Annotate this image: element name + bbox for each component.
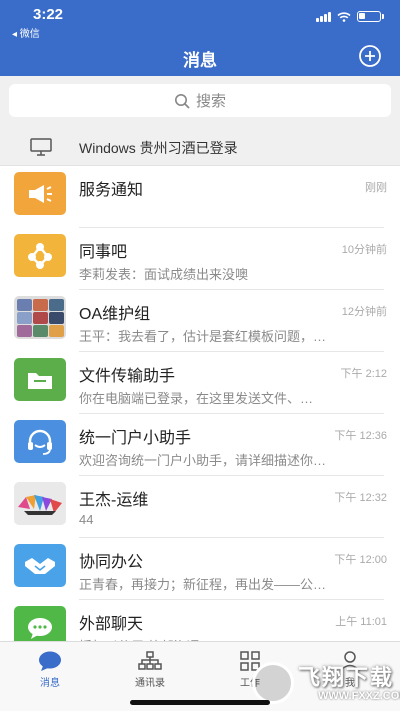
- tab-messages[interactable]: 消息: [15, 650, 85, 689]
- org-chart-icon: [138, 651, 162, 670]
- chat-time: 下午 12:00: [334, 554, 387, 566]
- chat-preview: 44: [79, 512, 94, 527]
- chat-preview: 正青春，再接力；新征程，再出发——公…: [79, 577, 327, 592]
- home-indicator[interactable]: [130, 700, 270, 705]
- group-avatar-icon: [14, 296, 66, 339]
- battery-tip: [382, 14, 384, 19]
- chat-name: 同事吧: [79, 244, 128, 261]
- top-header: 3:22 ◂ 微信 消息: [0, 0, 400, 76]
- search-icon: [174, 93, 190, 109]
- watermark-logo: [252, 662, 294, 704]
- chat-name: 服务通知: [79, 182, 144, 199]
- folder-icon: [14, 358, 66, 401]
- tab-label: 消息: [40, 678, 60, 689]
- megaphone-icon: [14, 172, 66, 215]
- handshake-icon: [14, 544, 66, 587]
- monitor-icon: [30, 138, 52, 156]
- chat-preview: 王平：我去看了，估计是套红模板问题，…: [79, 329, 327, 344]
- chat-name: 外部聊天: [79, 616, 144, 633]
- status-icons: [316, 11, 384, 22]
- wifi-icon: [337, 11, 351, 22]
- chat-time: 刚刚: [365, 182, 387, 194]
- search-area: 搜索: [0, 76, 400, 128]
- chat-time: 下午 12:36: [334, 430, 387, 442]
- colorful-avatar-icon: [14, 482, 66, 525]
- chat-preview: 李莉发表：面试成绩出来没噢: [79, 267, 249, 282]
- tab-contacts[interactable]: 通讯录: [115, 650, 185, 689]
- chat-name: 协同办公: [79, 554, 144, 571]
- watermark-url: WWW.FXXZ.COM: [318, 690, 400, 702]
- chat-item-oa-maintenance[interactable]: OA维护组 12分钟前 王平：我去看了，估计是套红模板问题，…: [0, 290, 400, 352]
- network-icon: [14, 234, 66, 277]
- chat-preview: 你在电脑端已登录，在这里发送文件、…: [79, 391, 314, 406]
- chat-item-service-notice[interactable]: 服务通知 刚刚: [0, 166, 400, 228]
- tab-label: 通讯录: [135, 678, 165, 689]
- headset-icon: [14, 420, 66, 463]
- back-to-wechat-link[interactable]: ◂ 微信: [12, 25, 40, 40]
- chat-time: 10分钟前: [341, 244, 387, 256]
- chat-preview: 欢迎咨询统一门户小助手，请详细描述你…: [79, 453, 327, 468]
- chat-item-colleague-bar[interactable]: 同事吧 10分钟前 李莉发表：面试成绩出来没噢: [0, 228, 400, 290]
- status-time: 3:22: [33, 6, 64, 23]
- chat-icon: [39, 651, 61, 671]
- chat-name: 统一门户小助手: [79, 430, 192, 447]
- add-button[interactable]: [358, 44, 382, 68]
- search-placeholder: 搜索: [195, 93, 226, 110]
- chat-time: 上午 11:01: [335, 616, 387, 628]
- chat-name: 文件传输助手: [79, 368, 176, 385]
- battery-icon: [357, 11, 381, 22]
- chat-name: OA维护组: [79, 306, 151, 323]
- chat-item-file-transfer[interactable]: 文件传输助手 下午 2:12 你在电脑端已登录，在这里发送文件、…: [0, 352, 400, 414]
- chat-time: 下午 2:12: [340, 368, 387, 380]
- chat-time: 12分钟前: [341, 306, 387, 318]
- pc-login-notice[interactable]: Windows 贵州习酒已登录: [0, 128, 400, 166]
- search-input[interactable]: 搜索: [9, 84, 391, 117]
- login-notice-text: Windows 贵州习酒已登录: [79, 140, 238, 156]
- chat-item-wangjie-ops[interactable]: 王杰-运维 下午 12:32 44: [0, 476, 400, 538]
- chat-item-portal-assistant[interactable]: 统一门户小助手 下午 12:36 欢迎咨询统一门户小助手，请详细描述你…: [0, 414, 400, 476]
- signal-icon: [316, 11, 331, 22]
- chat-name: 王杰-运维: [79, 492, 149, 509]
- page-title: 消息: [183, 51, 217, 70]
- chat-time: 下午 12:32: [334, 492, 387, 504]
- watermark-brand: 飞翔下载: [298, 665, 395, 690]
- chat-item-collaboration[interactable]: 协同办公 下午 12:00 正青春，再接力；新征程，再出发——公…: [0, 538, 400, 600]
